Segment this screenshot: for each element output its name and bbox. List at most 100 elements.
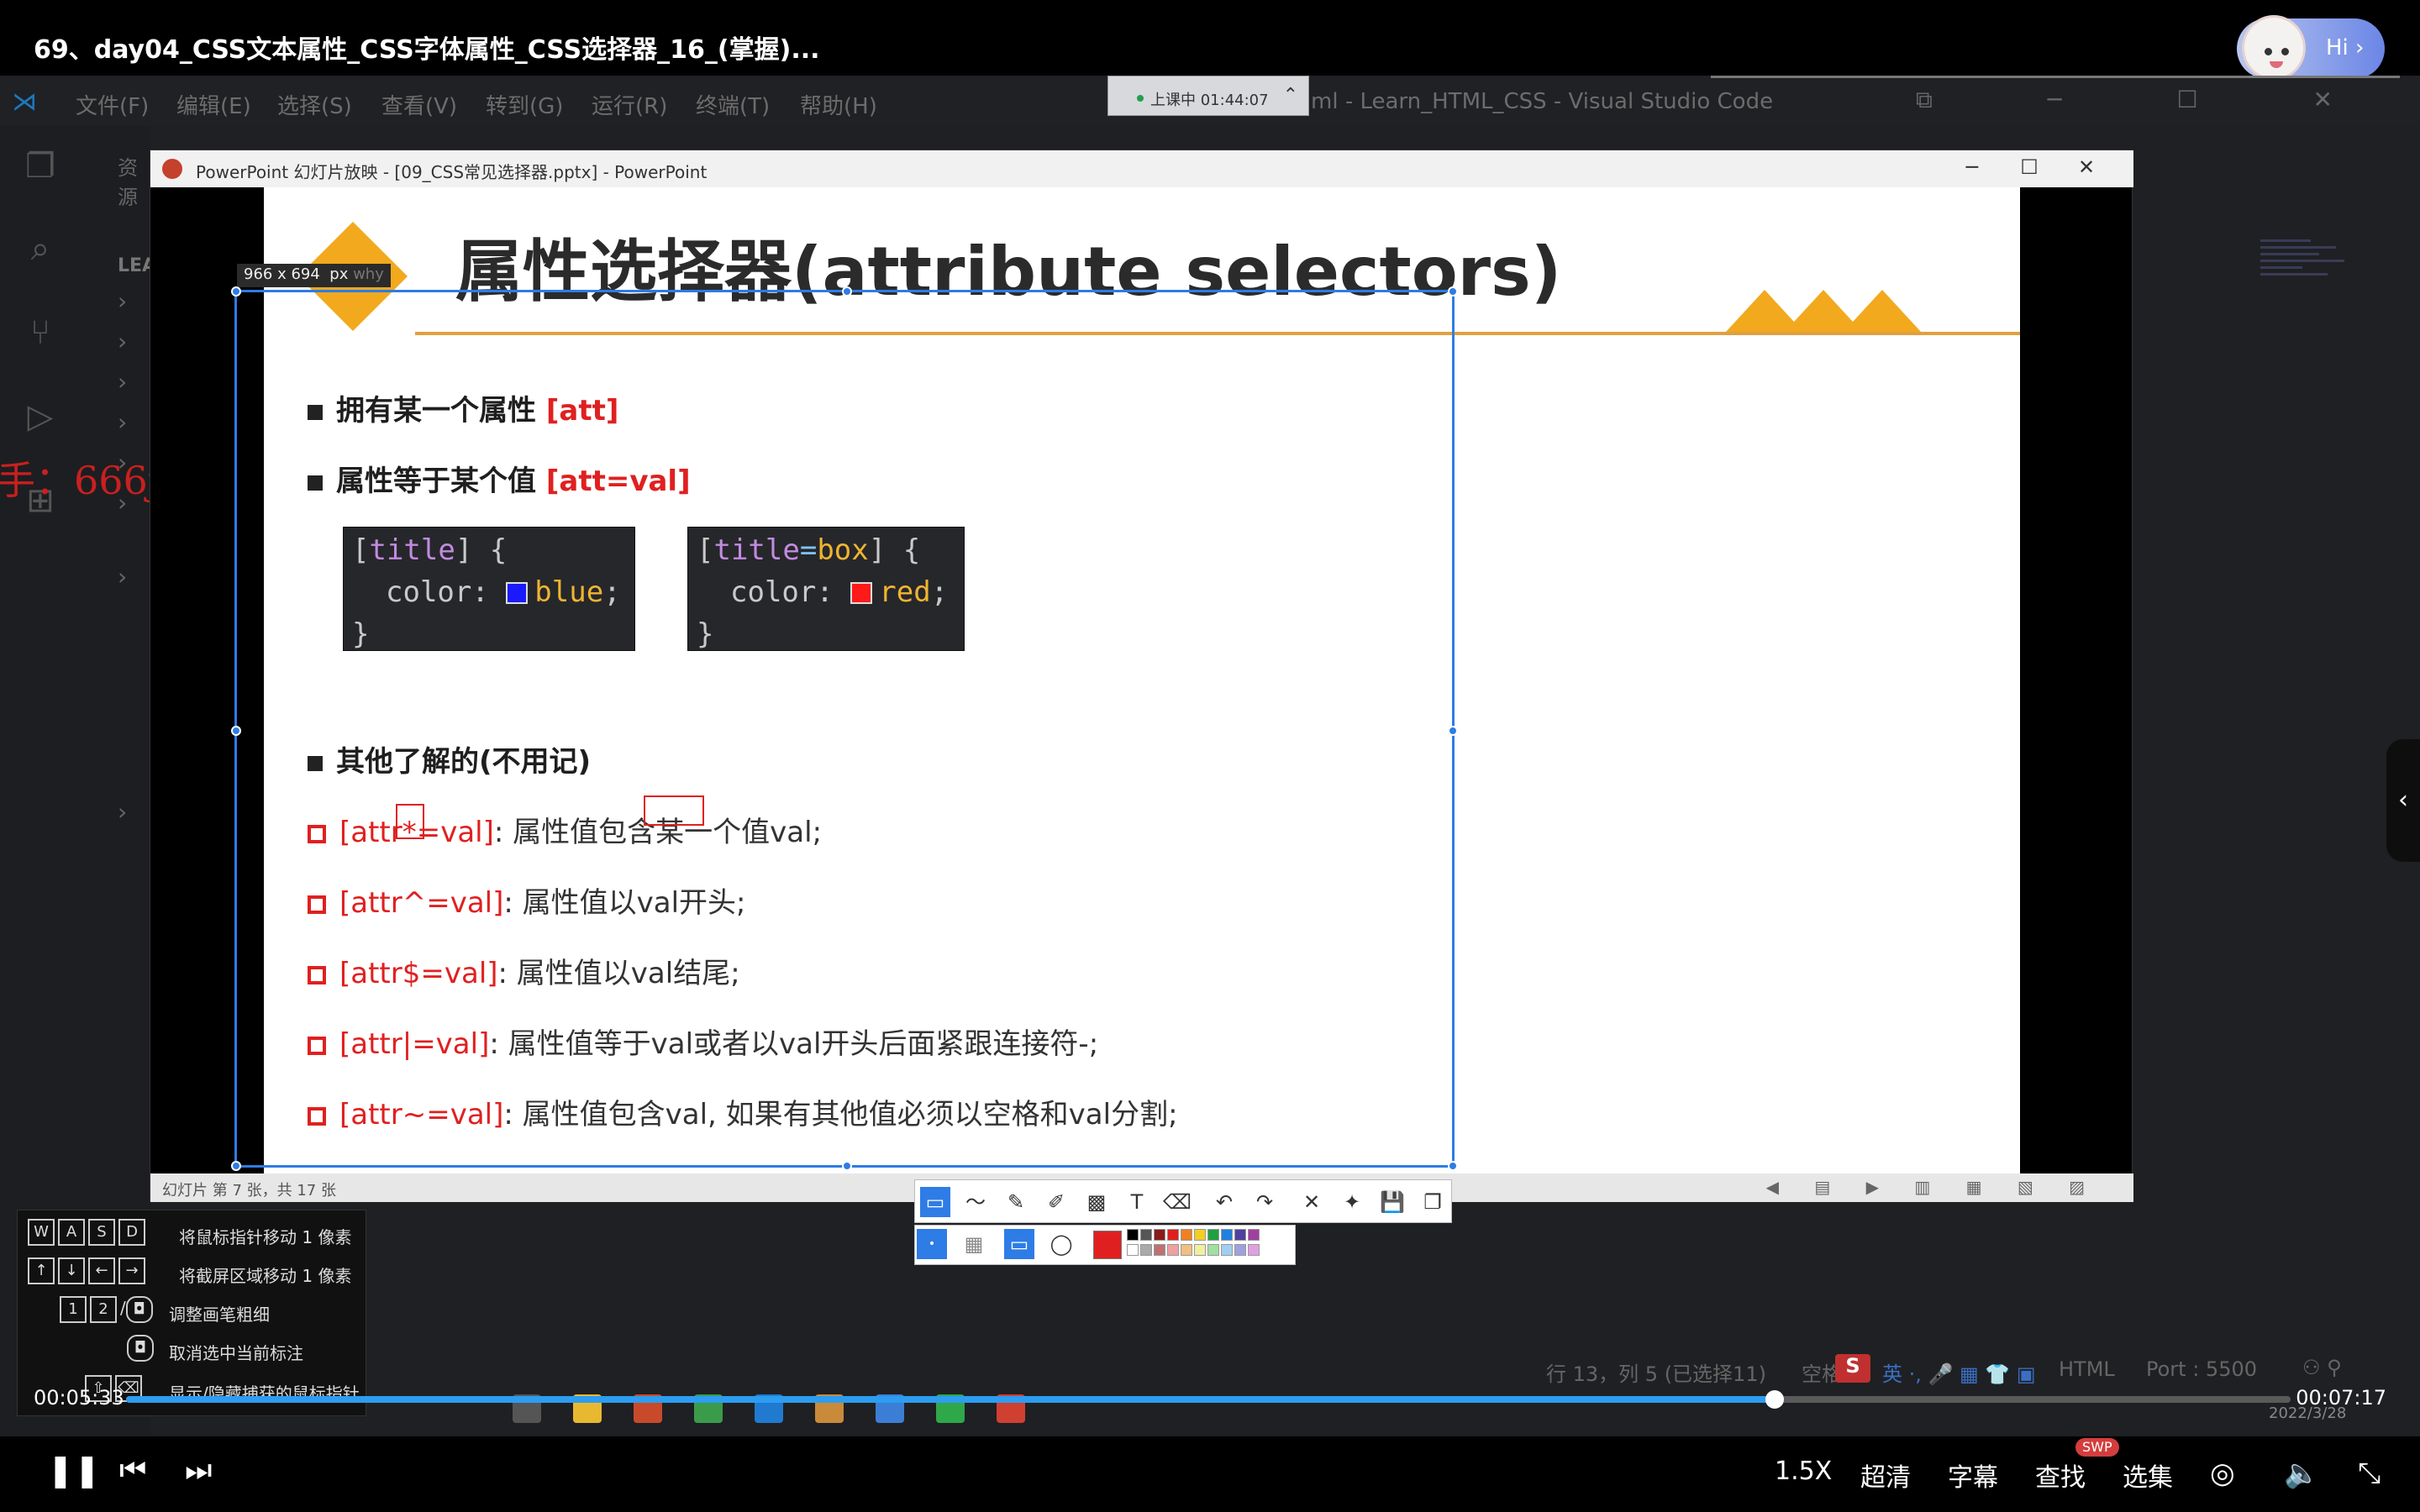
minimize-icon[interactable]: ─: [1944, 155, 2001, 179]
hint-row: ◘ 取消选中当前标注: [127, 1335, 303, 1363]
resize-handle[interactable]: [842, 286, 852, 297]
chevron-right-icon[interactable]: ›: [118, 287, 127, 315]
menu-go[interactable]: 转到(G): [486, 89, 563, 120]
swp-badge: SWP: [2075, 1438, 2119, 1457]
cancel-icon[interactable]: ✕: [1297, 1187, 1327, 1217]
vscode-window-title: ml - Learn_HTML_CSS - Visual Studio Code: [1311, 89, 1774, 114]
progress-thumb[interactable]: [1765, 1390, 1784, 1409]
annotation-style-bar: • ▦ ▭ ◯: [914, 1225, 1296, 1265]
subtitle-button[interactable]: 字幕: [1948, 1457, 1998, 1494]
next-icon[interactable]: ⏭: [185, 1453, 212, 1488]
marker-tool-icon[interactable]: ✐: [1041, 1187, 1071, 1217]
pen-tool-icon[interactable]: ✎: [1001, 1187, 1031, 1217]
volume-icon[interactable]: 🔈: [2284, 1457, 2319, 1490]
ppt-window-title: PowerPoint 幻灯片放映 - [09_CSS常见选择器.pptx] - …: [196, 162, 708, 182]
resize-handle[interactable]: [231, 726, 241, 736]
chevron-right-icon[interactable]: ›: [118, 563, 127, 591]
minimap[interactable]: [2260, 235, 2361, 378]
annotation-toolbar: ▭ 〜 ✎ ✐ ▩ T ⌫ ↶ ↷ ✕ ✦ 💾 ❐: [914, 1179, 1452, 1223]
resize-handle[interactable]: [842, 1161, 852, 1171]
notifications-icon[interactable]: ⚇ ⚲: [2302, 1356, 2342, 1379]
capture-size-label: 966 x 694 px why: [237, 264, 391, 287]
side-panel-toggle[interactable]: ‹: [2386, 739, 2420, 862]
menu-file[interactable]: 文件(F): [76, 89, 149, 120]
capture-selection-frame[interactable]: [231, 286, 1458, 1171]
mouse-right-click-icon: ◘: [127, 1335, 154, 1362]
text-tool-icon[interactable]: T: [1122, 1187, 1152, 1217]
fill-pattern-icon[interactable]: ▦: [959, 1229, 989, 1259]
chevron-right-icon[interactable]: ›: [118, 408, 127, 436]
menu-edit[interactable]: 编辑(E): [176, 89, 251, 120]
vscode-logo-icon: ⋊: [12, 87, 37, 117]
explorer-label: 资源: [118, 156, 138, 209]
vscode-window-controls[interactable]: ⧉ ─ ☐ ✕: [1916, 86, 2386, 114]
current-color-swatch[interactable]: [1093, 1231, 1122, 1259]
brush-size-small[interactable]: •: [917, 1229, 947, 1259]
timer-text: 上课中 01:44:07: [1150, 92, 1269, 109]
run-debug-icon[interactable]: ▷: [18, 395, 62, 438]
menu-help[interactable]: 帮助(H): [800, 89, 877, 120]
class-timer[interactable]: 上课中 01:44:07 ⌃: [1107, 76, 1309, 116]
hint-row: WASD 将鼠标指针移动 1 像素: [28, 1219, 351, 1247]
ellipse-outline-icon[interactable]: ◯: [1046, 1229, 1076, 1259]
settings-icon[interactable]: ◎: [2210, 1457, 2235, 1490]
slideshow-nav-icons[interactable]: ◀ ▤ ▶ ▥ ▦ ▧ ▨: [1766, 1177, 2100, 1197]
chevron-right-icon[interactable]: ›: [118, 798, 127, 826]
rect-outline-icon[interactable]: ▭: [1004, 1229, 1034, 1259]
menu-view[interactable]: 查看(V): [381, 89, 457, 120]
resize-handle[interactable]: [1448, 286, 1458, 297]
resize-handle[interactable]: [1448, 726, 1458, 736]
chevron-right-icon[interactable]: ›: [118, 328, 127, 355]
mosaic-tool-icon[interactable]: ▩: [1081, 1187, 1112, 1217]
explorer-icon[interactable]: ❐: [18, 144, 62, 188]
chevron-right-icon[interactable]: ›: [118, 368, 127, 396]
player-controls: ❚❚ ⏮ ⏭ 1.5X 超清 字幕 查找 选集 ◎ 🔈 ⤡: [0, 1436, 2420, 1512]
total-time: 00:07:17: [2296, 1386, 2386, 1410]
pause-icon[interactable]: ❚❚: [47, 1452, 101, 1488]
hi-label: Hi ›: [2326, 35, 2365, 60]
undo-icon[interactable]: ↶: [1209, 1187, 1239, 1217]
progress-track[interactable]: [126, 1390, 2291, 1409]
hint-row: 1 2/◘ 调整画笔粗细: [60, 1296, 270, 1325]
assistant-hi-button[interactable]: Hi ›: [2237, 15, 2385, 81]
close-icon[interactable]: ✕: [2058, 155, 2115, 179]
assistant-avatar-icon: [2242, 15, 2306, 81]
redo-icon[interactable]: ↷: [1249, 1187, 1280, 1217]
maximize-icon[interactable]: ☐: [2001, 155, 2058, 179]
vscode-progress-line: [1711, 76, 2400, 78]
save-icon[interactable]: 💾: [1377, 1187, 1407, 1217]
ppt-titlebar: PowerPoint 幻灯片放映 - [09_CSS常见选择器.pptx] - …: [150, 150, 2133, 187]
hint-row: ↑ ↓ ← → 将截屏区域移动 1 像素: [28, 1257, 351, 1286]
mouse-wheel-icon: ◘: [125, 1296, 153, 1323]
menu-terminal[interactable]: 终端(T): [696, 89, 770, 120]
menu-selection[interactable]: 选择(S): [277, 89, 352, 120]
player-top-bar: 69、day04_CSS文本属性_CSS字体属性_CSS选择器_16_(掌握).…: [0, 0, 2420, 81]
resize-handle[interactable]: [231, 286, 241, 297]
recording-dot-icon: [1137, 95, 1144, 102]
episodes-button[interactable]: 选集: [2123, 1457, 2173, 1494]
mountain-decoration: [1844, 290, 1921, 332]
progress-fill: [126, 1396, 1775, 1403]
speed-button[interactable]: 1.5X: [1775, 1457, 1832, 1486]
vscode-menubar: ⋊ 文件(F) 编辑(E) 选择(S) 查看(V) 转到(G) 运行(R) 终端…: [0, 76, 2420, 126]
pin-icon[interactable]: ✦: [1337, 1187, 1367, 1217]
quality-button[interactable]: 超清: [1860, 1457, 1911, 1494]
source-control-icon[interactable]: ⑂: [18, 311, 62, 354]
search-icon[interactable]: ⌕: [18, 227, 62, 270]
player-progress: 00:05:33 00:07:17: [0, 1378, 2420, 1420]
resize-handle[interactable]: [231, 1161, 241, 1171]
exit-fullscreen-icon[interactable]: ⤡: [2358, 1457, 2381, 1490]
powerpoint-icon: [162, 159, 182, 179]
previous-icon[interactable]: ⏮: [119, 1453, 146, 1488]
slide-counter: 幻灯片 第 7 张，共 17 张: [162, 1182, 336, 1200]
current-time: 00:05:33: [34, 1386, 124, 1410]
menu-run[interactable]: 运行(R): [592, 89, 667, 120]
search-button[interactable]: 查找: [2035, 1457, 2086, 1494]
ppt-window-controls: ─ ☐ ✕: [1944, 155, 2115, 179]
rectangle-tool-icon[interactable]: ▭: [920, 1187, 950, 1217]
copy-icon[interactable]: ❐: [1418, 1187, 1448, 1217]
eraser-tool-icon[interactable]: ⌫: [1162, 1187, 1192, 1217]
chevron-up-icon[interactable]: ⌃: [1283, 85, 1298, 106]
resize-handle[interactable]: [1448, 1161, 1458, 1171]
line-tool-icon[interactable]: 〜: [960, 1187, 991, 1217]
